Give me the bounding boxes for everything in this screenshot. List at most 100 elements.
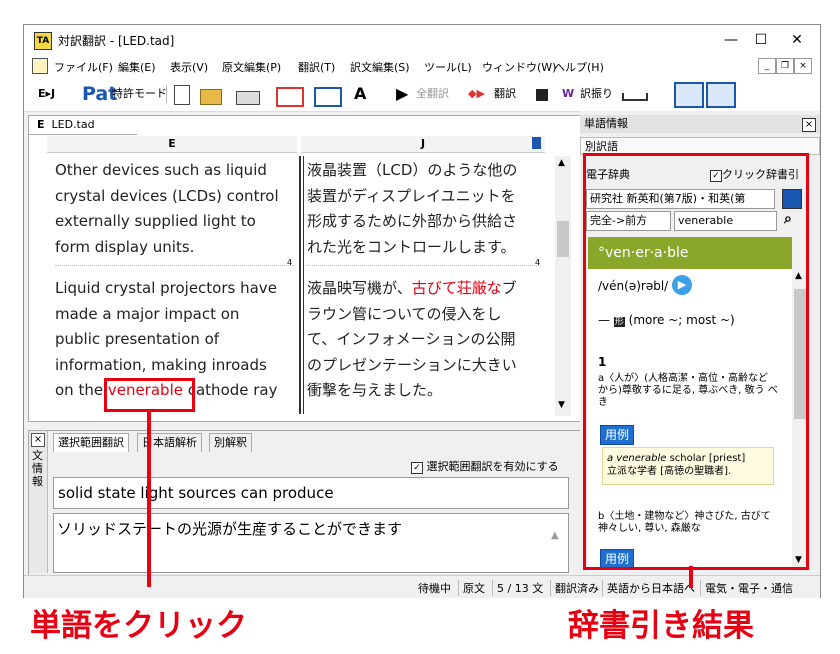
tab-selection-translate[interactable]: 選択範囲翻訳	[53, 433, 129, 452]
scroll-up-icon[interactable]: ▲	[551, 530, 559, 541]
callout-line-right	[689, 566, 693, 588]
selection-source-field[interactable]: solid state light sources can produce	[53, 477, 569, 509]
stop-icon[interactable]	[536, 89, 548, 101]
selection-target-field[interactable]: ソリッドステートの光源が生産することができます ▲	[53, 513, 569, 573]
minimize-button[interactable]: —	[716, 29, 746, 51]
target-line: 液晶装置（LCD）のような他の	[307, 161, 518, 179]
close-button[interactable]: ✕	[782, 29, 812, 51]
status-field: 電気・電子・通信	[700, 580, 793, 596]
enable-selection-label: 選択範囲翻訳を有効にする	[426, 460, 559, 473]
menu-edit[interactable]: 編集(E)	[118, 59, 156, 75]
play-icon[interactable]: ▶	[396, 83, 408, 105]
panel-side-label: 文情報	[32, 449, 43, 488]
tab-alternate-interpretation[interactable]: 別解釈	[209, 433, 252, 452]
sentence-info-panel: × 文情報 選択範囲翻訳 日本語解析 別解釈 ✓ 選択範囲翻訳を有効にする so…	[28, 430, 582, 576]
translate-all-button[interactable]: 全翻訳	[416, 83, 449, 105]
menu-window[interactable]: ウィンドウ(W)	[482, 59, 556, 75]
layout-vertical-icon[interactable]	[674, 82, 704, 108]
column-divider	[303, 156, 304, 414]
document-scrollbar[interactable]: ▲ ▼	[555, 156, 571, 416]
mdi-close-button[interactable]: ×	[794, 58, 812, 74]
menu-bar: ファイル(F) 編集(E) 表示(V) 原文編集(P) 翻訳(T) 訳文編集(S…	[24, 55, 820, 77]
wordswap-icon[interactable]: W	[562, 83, 574, 105]
scroll-down-icon[interactable]: ▼	[558, 400, 565, 410]
open-folder-icon[interactable]	[200, 89, 222, 105]
menu-file[interactable]: ファイル(F)	[54, 59, 113, 75]
panel-close-button[interactable]: ×	[31, 433, 45, 447]
target-line: 液晶映写機が、古びて荘厳なブ	[307, 276, 539, 302]
paragraph-number: 4	[287, 258, 293, 267]
source-line: form display units.	[55, 237, 195, 256]
app-logo-icon: TA	[34, 32, 52, 50]
space-icon[interactable]	[622, 93, 648, 101]
highlight-box-word	[104, 378, 195, 412]
split-view-icon[interactable]	[276, 87, 304, 107]
maximize-button[interactable]: ☐	[746, 29, 776, 51]
bookmark-icon[interactable]	[532, 137, 541, 149]
new-file-icon[interactable]	[174, 85, 190, 105]
language-pair-button[interactable]: E▸J	[38, 83, 55, 105]
target-line: 衝撃を与えました。	[307, 381, 443, 400]
menu-help[interactable]: ヘルプ(H)	[554, 59, 604, 75]
patent-mode-button[interactable]: 特許モード	[112, 83, 167, 105]
source-text: cathode ray	[182, 381, 278, 400]
layout-horizontal-icon[interactable]	[706, 82, 736, 108]
scroll-thumb[interactable]	[557, 221, 569, 257]
menu-source-edit[interactable]: 原文編集(P)	[222, 59, 281, 75]
print-icon[interactable]	[236, 91, 260, 105]
document-icon[interactable]	[32, 58, 48, 74]
callout-lookup-result: 辞書引き結果	[568, 608, 754, 644]
menu-view[interactable]: 表示(V)	[170, 59, 208, 75]
paragraph-rule	[307, 265, 539, 266]
source-line: externally supplied light to	[55, 212, 256, 231]
window-title: 対訳翻訳 - [LED.tad]	[58, 34, 175, 48]
target-line: ラウン管についての侵入をし	[307, 304, 502, 323]
status-state: 待機中	[418, 582, 451, 595]
tab-marker: E	[37, 118, 45, 131]
menu-target-edit[interactable]: 訳文編集(S)	[350, 59, 410, 75]
scroll-up-icon[interactable]: ▲	[558, 158, 565, 168]
source-line: made a major impact on	[55, 304, 240, 323]
document-pane: E LED.tad E J Other devices such as liqu…	[28, 115, 582, 422]
source-line: public presentation of	[55, 330, 220, 349]
target-text: 液晶映写機が、	[307, 279, 412, 297]
column-view-icon[interactable]	[314, 87, 342, 107]
column-header-j: J	[301, 136, 545, 153]
column-header-e: E	[47, 136, 297, 153]
translate-button[interactable]: 翻訳	[494, 83, 516, 105]
target-line: のプレゼンテーションに大きい	[307, 355, 517, 374]
checkbox-icon[interactable]: ✓	[411, 462, 423, 474]
status-view: 原文	[458, 580, 485, 596]
source-text: on the	[55, 381, 108, 400]
toolbar-separator	[166, 85, 167, 103]
source-line: information, making inroads	[55, 355, 267, 374]
tab-label: LED.tad	[51, 118, 95, 131]
document-tab[interactable]: E LED.tad	[29, 116, 137, 135]
font-size-icon[interactable]: A	[354, 83, 366, 105]
source-line: crystal devices (LCDs) control	[55, 186, 279, 205]
status-sentence-count: 5 / 13 文	[492, 580, 543, 596]
target-paragraph[interactable]: 液晶映写機が、古びて荘厳なブ ラウン管についての侵入をし て、インフォメーション…	[307, 276, 539, 404]
mdi-restore-button[interactable]: ❐	[776, 58, 794, 74]
target-line: て、インフォメーションの公開	[307, 330, 516, 349]
translate-arrow-icon[interactable]: ◆▶	[468, 83, 485, 105]
selection-target-text: ソリッドステートの光源が生産することができます	[57, 520, 403, 538]
source-paragraph[interactable]: Other devices such as liquid crystal dev…	[55, 158, 300, 260]
mdi-minimize-button[interactable]: _	[758, 58, 776, 74]
callout-click-word: 単語をクリック	[30, 608, 247, 644]
menu-tools[interactable]: ツール(L)	[424, 59, 472, 75]
paragraph-rule	[55, 265, 295, 266]
sidebar-close-button[interactable]: ×	[802, 118, 816, 132]
status-translated: 翻訳済み	[550, 580, 599, 596]
target-paragraph[interactable]: 液晶装置（LCD）のような他の 装置がディスプレイユニットを 形成するために外部…	[307, 158, 539, 260]
callout-line-left	[147, 409, 151, 587]
panel-side-strip: × 文情報	[29, 431, 48, 573]
status-bar: 待機中 原文 5 / 13 文 翻訳済み 英語から日本語へ 電気・電子・通信	[24, 575, 820, 598]
wordswap-button[interactable]: 訳振り	[580, 83, 613, 105]
highlight-box-dictionary	[583, 153, 809, 570]
title-bar: TA 対訳翻訳 - [LED.tad] — ☐ ✕	[24, 25, 820, 55]
source-line: Liquid crystal projectors have	[55, 279, 277, 297]
toolbar: E▸J Pat 特許モード A ▶ 全翻訳 ◆▶ 翻訳 W 訳振り	[24, 77, 820, 112]
menu-translate[interactable]: 翻訳(T)	[298, 59, 335, 75]
enable-selection-translate[interactable]: ✓ 選択範囲翻訳を有効にする	[411, 458, 559, 474]
